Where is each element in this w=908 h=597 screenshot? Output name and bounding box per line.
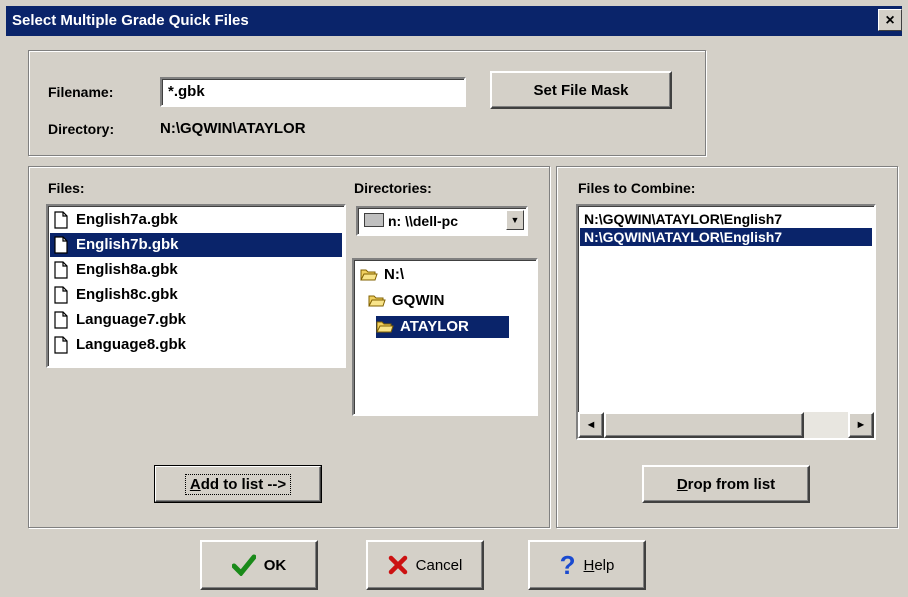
add-to-list-button[interactable]: Add to list --> (154, 465, 322, 503)
file-list-item[interactable]: Language7.gbk (50, 308, 342, 332)
file-list-item[interactable]: English7a.gbk (50, 208, 342, 232)
directory-label: Directory: (48, 121, 115, 137)
files-to-combine-listbox[interactable]: N:\GQWIN\ATAYLOR\English7 N:\GQWIN\ATAYLO… (576, 204, 876, 440)
drop-from-list-label: Drop from list (677, 476, 775, 493)
directory-name: ATAYLOR (400, 318, 469, 335)
cancel-button[interactable]: Cancel (366, 540, 484, 590)
drive-value: n: \\dell-pc (388, 213, 458, 229)
add-to-list-text: dd to list --> (200, 475, 287, 493)
window-title: Select Multiple Grade Quick Files (12, 12, 249, 29)
cancel-label: Cancel (415, 556, 463, 574)
close-button[interactable]: × (878, 9, 902, 31)
add-to-list-label: Add to list --> (184, 473, 292, 495)
dialog-window: Select Multiple Grade Quick Files × File… (0, 0, 908, 597)
file-list-item[interactable]: English8a.gbk (50, 258, 342, 282)
add-to-list-mnemonic: A (189, 475, 201, 493)
folder-open-icon (368, 295, 386, 307)
combine-list-item[interactable]: N:\GQWIN\ATAYLOR\English7 (580, 210, 872, 228)
scrollbar-thumb[interactable] (604, 412, 804, 438)
file-name: English8c.gbk (76, 286, 178, 303)
folder-open-icon (360, 269, 378, 281)
help-mnemonic: H (583, 556, 595, 574)
directory-list-item[interactable]: GQWIN (368, 290, 449, 312)
drive-select[interactable]: n: \\dell-pc ▼ (356, 206, 528, 236)
question-mark-icon: ? (559, 550, 576, 580)
help-label: Help (584, 557, 615, 574)
file-name: English8a.gbk (76, 261, 178, 278)
set-file-mask-label: Set File Mask (533, 81, 629, 99)
title-bar[interactable]: Select Multiple Grade Quick Files × (6, 6, 902, 36)
help-text: elp (594, 556, 615, 574)
folder-open-icon (376, 321, 394, 333)
drop-mnemonic: D (676, 475, 688, 493)
files-listbox[interactable]: English7a.gbk English7b.gbk English8a.gbk E… (46, 204, 346, 368)
combine-list-item[interactable]: N:\GQWIN\ATAYLOR\English7 (580, 228, 872, 246)
directory-value: N:\GQWIN\ATAYLOR (160, 120, 306, 137)
filename-label: Filename: (48, 84, 114, 100)
files-label: Files: (48, 180, 85, 196)
file-name: English7a.gbk (76, 211, 178, 228)
file-list-item[interactable]: Language8.gbk (50, 333, 342, 357)
files-to-combine-label: Files to Combine: (578, 180, 696, 196)
directories-label: Directories: (354, 180, 432, 196)
directories-listbox[interactable]: N:\ GQWIN ATAYLOR (352, 258, 538, 416)
help-button[interactable]: ? Help (528, 540, 646, 590)
file-list-item[interactable]: English8c.gbk (50, 283, 342, 307)
file-name: Language7.gbk (76, 311, 187, 328)
drop-from-list-button[interactable]: Drop from list (642, 465, 810, 503)
scroll-left-button[interactable]: ◄ (578, 412, 604, 438)
horizontal-scrollbar[interactable]: ◄ ► (578, 412, 874, 438)
directory-list-item[interactable]: N:\ (360, 264, 408, 286)
file-name: English7b.gbk (76, 236, 179, 253)
chevron-down-icon[interactable]: ▼ (506, 210, 524, 230)
directory-name: GQWIN (392, 292, 445, 309)
set-file-mask-button[interactable]: Set File Mask (490, 71, 672, 109)
ok-button[interactable]: OK (200, 540, 318, 590)
filename-input[interactable]: *.gbk (160, 77, 466, 107)
file-list-item[interactable]: English7b.gbk (50, 233, 342, 257)
network-drive-icon (364, 213, 384, 227)
checkmark-icon (231, 554, 256, 576)
directory-list-item[interactable]: ATAYLOR (376, 316, 509, 338)
document-icon (54, 261, 68, 279)
file-name: Language8.gbk (76, 336, 187, 353)
close-icon (388, 555, 407, 575)
document-icon (54, 311, 68, 329)
document-icon (54, 236, 68, 254)
scroll-right-button[interactable]: ► (848, 412, 874, 438)
document-icon (54, 336, 68, 354)
drop-text: rop from list (687, 475, 776, 493)
ok-label: OK (263, 556, 287, 574)
document-icon (54, 286, 68, 304)
document-icon (54, 211, 68, 229)
directory-name: N:\ (384, 266, 404, 283)
